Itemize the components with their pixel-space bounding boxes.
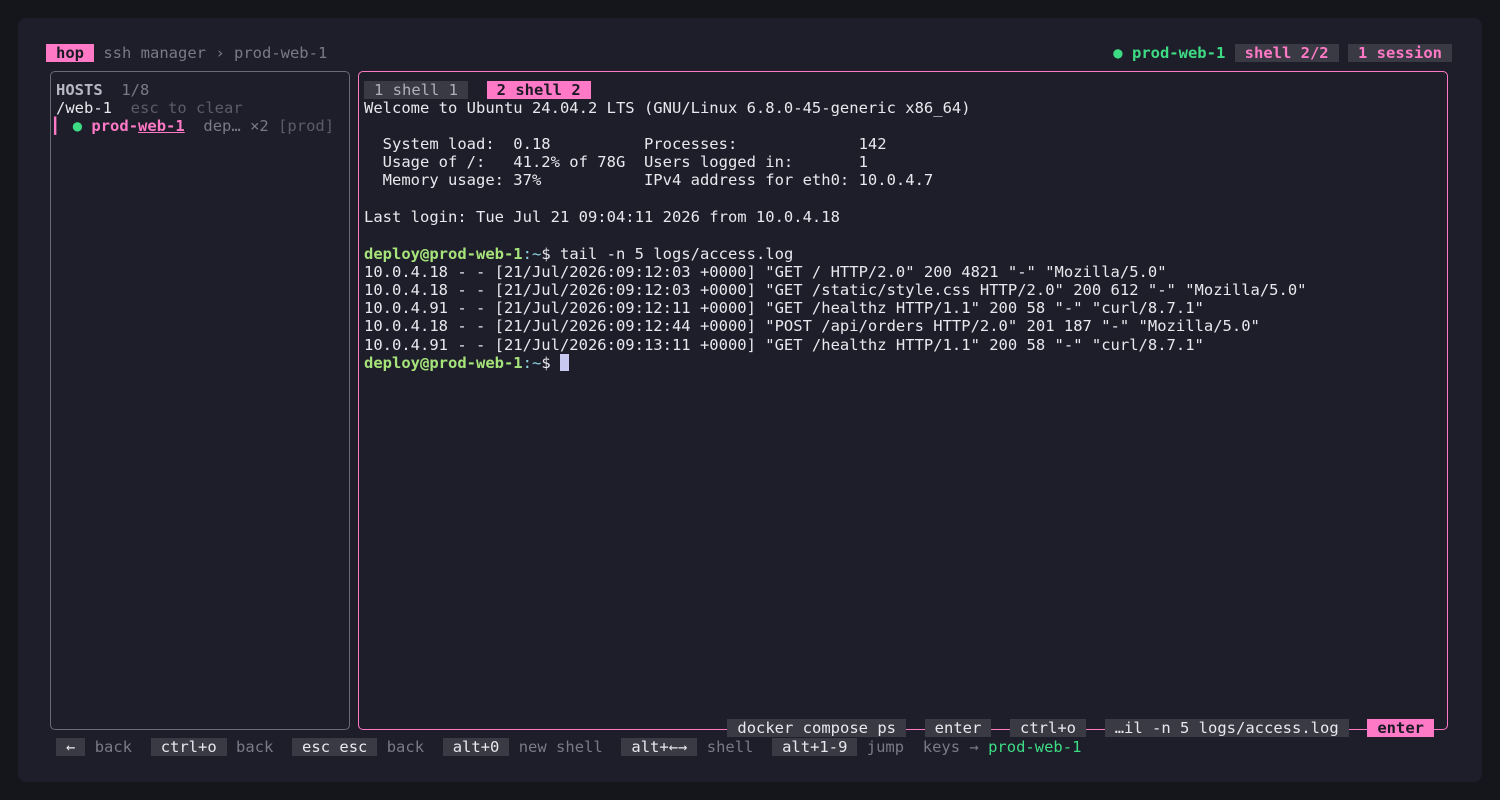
history-item: ctrl+o [1010,719,1087,737]
key-alt-0[interactable]: alt+0 [442,738,510,756]
sysinfo-line: System load: 0.18 Processes: 142 [364,135,887,153]
log-line: 10.0.4.91 - - [21/Jul/2026:09:12:11 +000… [364,299,1204,317]
tab-shell-1[interactable]: 1 shell 1 [364,81,468,99]
text-cursor[interactable] [559,354,569,371]
key-alt-arrows[interactable]: alt+←→ [621,738,698,756]
welcome-line: Welcome to Ubuntu 24.04.2 LTS (GNU/Linux… [364,99,971,117]
prompt-symbol: $ [541,354,560,372]
terminal-window: hop ssh manager › prod-web-1 ● prod-web-… [18,18,1482,782]
header-right: ● prod-web-1 shell 2/2 1 session [1113,44,1452,62]
key-desc: back [94,738,133,756]
command-line: deploy@prod-web-1:~$ tail -n 5 logs/acce… [364,245,793,263]
host-user: dep… [203,117,241,135]
hosts-panel: HOSTS 1/8 /web-1 esc to clear ▎ ● prod-w… [50,71,350,730]
history-item: …il -n 5 logs/access.log [1104,719,1349,737]
tab-shell-2[interactable]: 2 shell 2 [486,81,591,99]
key-esc-esc[interactable]: esc esc [292,738,378,756]
host-filter-hint: esc to clear [130,99,243,117]
log-line: 10.0.4.91 - - [21/Jul/2026:09:13:11 +000… [364,336,1204,354]
host-name-match: web-1 [138,117,185,135]
hosts-title: HOSTS [56,81,103,99]
host-list-item[interactable]: ▎ ● prod-web-1 dep… ×2 [prod] [54,117,334,135]
host-filter[interactable]: /web-1 esc to clear [56,99,243,117]
app-badge: hop [46,44,94,62]
breadcrumb: ssh manager › prod-web-1 [103,44,328,62]
history-item: docker compose ps [727,719,906,737]
header-left: hop ssh manager › prod-web-1 [46,44,327,62]
host-filter-input[interactable]: /web-1 [56,99,112,117]
hosts-count: 1/8 [121,81,150,99]
key-alt-1-9[interactable]: alt+1-9 [772,738,858,756]
log-line: 10.0.4.18 - - [21/Jul/2026:09:12:03 +000… [364,263,1167,281]
prompt-path: :~ [522,245,542,263]
key-back-arrow[interactable]: ← [56,738,86,756]
key-desc: back [236,738,274,756]
sysinfo-line: Memory usage: 37% IPv4 address for eth0:… [364,171,934,189]
host-tag: [prod] [278,117,335,135]
active-host: prod-web-1 [1131,44,1226,62]
host-status-dot-icon: ● [72,117,83,135]
active-prompt[interactable]: deploy@prod-web-1:~$ [364,354,569,372]
host-name-prefix: prod- [91,117,139,135]
log-line: 10.0.4.18 - - [21/Jul/2026:09:12:03 +000… [364,281,1307,299]
prompt-user: deploy@prod-web-1 [364,354,523,372]
key-ctrl-o[interactable]: ctrl+o [150,738,227,756]
key-desc: jump [866,738,905,756]
host-sessions: ×2 [250,117,269,135]
history-active-item: enter [1367,719,1434,737]
sysinfo-line: Usage of /: 41.2% of 78G Users logged in… [364,153,868,171]
key-desc: back [386,738,425,756]
keys-target-host: prod-web-1 [988,738,1082,756]
shell-count-badge: shell 2/2 [1234,44,1339,62]
selection-bar: ▎ [54,117,64,135]
status-dot-icon: ● [1113,44,1123,62]
log-line: 10.0.4.18 - - [21/Jul/2026:09:12:44 +000… [364,317,1260,335]
prompt-path: :~ [522,354,542,372]
command-text: tail -n 5 logs/access.log [559,245,794,263]
footer-keys: ← back ctrl+o back esc esc back alt+0 ne… [56,738,1081,756]
key-history: docker compose ps enter ctrl+o …il -n 5 … [727,719,1434,737]
shell-panel: 1 shell 1 2 shell 2 Welcome to Ubuntu 24… [358,71,1448,730]
session-count-badge: 1 session [1348,44,1452,62]
history-item: enter [924,719,992,737]
prompt-user: deploy@prod-web-1 [364,245,523,263]
key-desc: new shell [518,738,603,756]
last-login-line: Last login: Tue Jul 21 09:04:11 2026 fro… [364,208,840,226]
shell-tabs: 1 shell 1 2 shell 2 [364,81,591,99]
prompt-symbol: $ [541,245,560,263]
key-desc: shell [706,738,754,756]
keys-target-prefix: keys → [922,738,979,756]
